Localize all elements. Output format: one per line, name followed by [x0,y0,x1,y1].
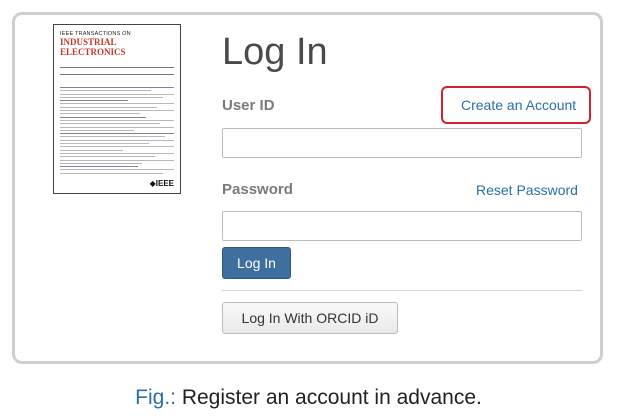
cover-journal-name-line2: ELECTRONICS [60,47,126,57]
cover-table-of-contents [60,87,174,177]
cover-subtitle-lines [60,59,180,63]
divider [222,290,582,291]
orcid-login-button[interactable]: Log In With ORCID iD [222,302,398,334]
figure-caption-text: Register an account in advance. [175,386,482,409]
page-title: Log In [222,31,328,73]
user-id-input[interactable] [222,128,582,158]
cover-issue-bar: ​ [60,67,174,75]
password-input[interactable] [222,211,582,241]
cover-journal-name-line1: INDUSTRIAL [60,37,117,47]
password-label: Password [222,181,293,198]
create-account-link[interactable]: Create an Account [461,97,576,113]
ieee-logo-icon: ◆IEEE [149,179,174,188]
reset-password-link[interactable]: Reset Password [476,182,578,198]
figure-caption: Fig.: Register an account in advance. [0,386,617,410]
user-id-label: User ID [222,97,275,114]
login-button[interactable]: Log In [222,247,291,279]
journal-cover-image: IEEE TRANSACTIONS ON INDUSTRIAL ELECTRON… [53,24,181,194]
figure-caption-prefix: Fig.: [135,386,176,409]
